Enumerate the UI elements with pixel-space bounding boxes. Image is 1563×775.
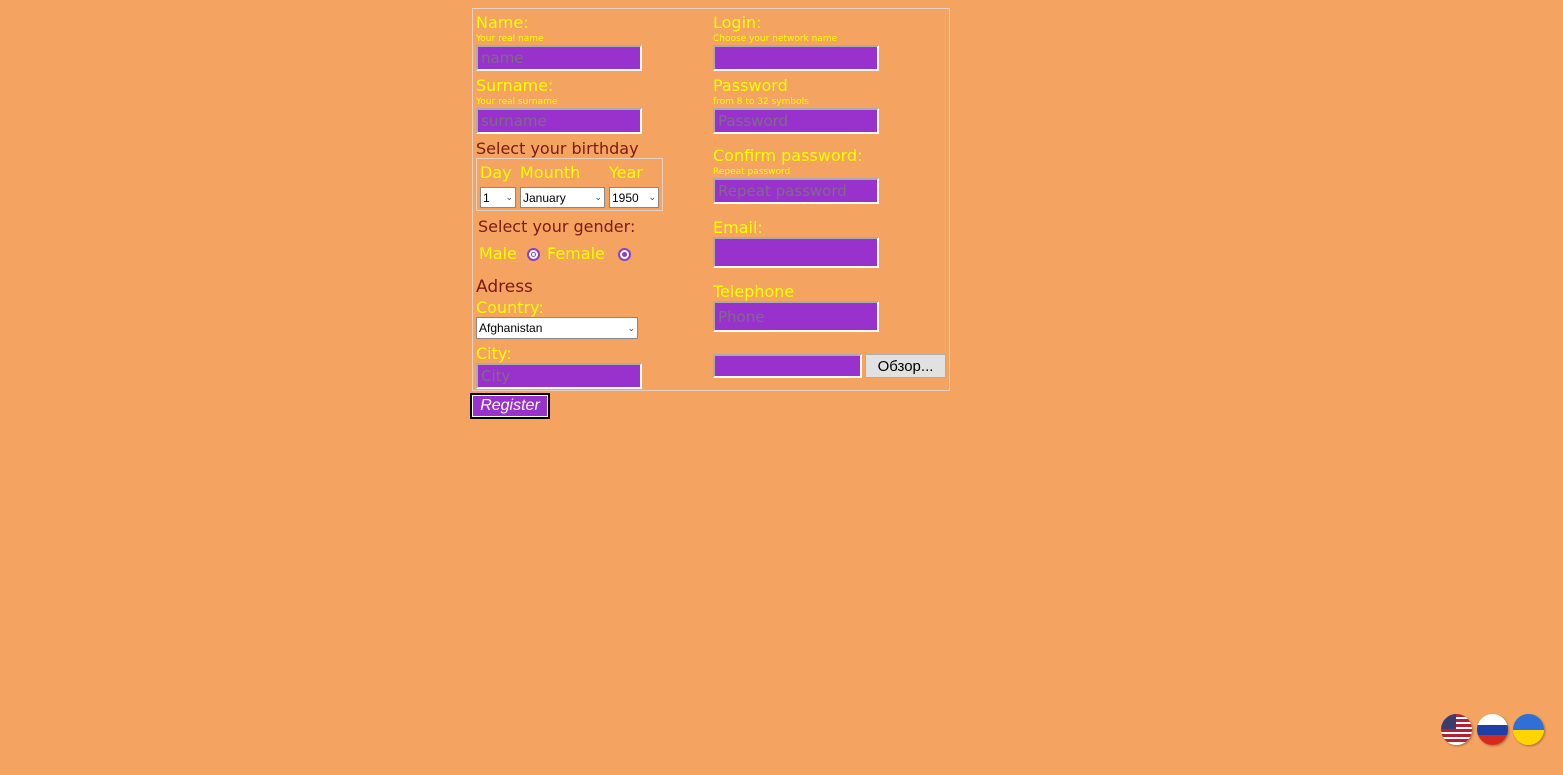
name-input[interactable] (476, 45, 642, 71)
surname-hint: Your real surname (476, 97, 558, 107)
telephone-input[interactable] (713, 301, 879, 332)
surname-input[interactable] (476, 108, 642, 134)
confirm-password-input[interactable] (713, 178, 879, 204)
russian-flag-icon[interactable] (1477, 714, 1508, 745)
female-radio[interactable] (618, 248, 631, 261)
male-label: Male (479, 244, 517, 263)
file-path-field[interactable] (713, 354, 862, 378)
chevron-down-icon: ⌄ (648, 192, 656, 202)
gender-title: Select your gender: (478, 217, 636, 236)
month-select[interactable]: January ⌄ (520, 187, 605, 208)
confirm-password-hint: Repeat password (713, 167, 791, 177)
login-input[interactable] (713, 45, 879, 71)
month-label: Mounth (520, 163, 581, 182)
login-hint: Choose your network name (713, 34, 838, 44)
ukrainian-flag-icon[interactable] (1513, 714, 1544, 745)
chevron-down-icon: ⌄ (505, 192, 513, 202)
password-input[interactable] (713, 108, 879, 134)
month-value: January (523, 190, 566, 205)
password-label: Password (713, 76, 788, 95)
country-value: Afghanistan (479, 321, 543, 335)
chevron-down-icon: ⌄ (594, 192, 602, 202)
login-label: Login: (713, 13, 762, 32)
chevron-down-icon: ⌄ (627, 322, 635, 333)
birthday-title: Select your birthday (476, 139, 639, 158)
register-button[interactable]: Register (470, 393, 550, 419)
city-input[interactable] (476, 363, 642, 389)
surname-label: Surname: (476, 76, 554, 95)
english-flag-icon[interactable] (1441, 714, 1472, 745)
telephone-label: Telephone (713, 282, 795, 301)
email-label: Email: (713, 218, 763, 237)
year-select[interactable]: 1950 ⌄ (609, 187, 659, 208)
country-select[interactable]: Afghanistan ⌄ (476, 317, 638, 339)
city-label: City: (476, 344, 512, 363)
year-label: Year (609, 163, 643, 182)
password-hint: from 8 to 32 symbols (713, 97, 809, 107)
email-input[interactable] (713, 237, 879, 268)
day-value: 1 (483, 190, 490, 205)
address-title: Adress (476, 277, 533, 297)
browse-button[interactable]: Обзор... (865, 354, 946, 378)
female-label: Female (547, 244, 605, 263)
male-radio[interactable] (527, 248, 540, 261)
name-hint: Your real name (476, 34, 544, 44)
year-value: 1950 (612, 190, 639, 205)
radio-dot (531, 252, 536, 257)
country-label: Country: (476, 298, 544, 317)
confirm-password-label: Confirm password: (713, 146, 863, 165)
day-select[interactable]: 1 ⌄ (480, 187, 516, 208)
day-label: Day (480, 163, 512, 182)
name-label: Name: (476, 13, 529, 32)
radio-dot (622, 252, 627, 257)
